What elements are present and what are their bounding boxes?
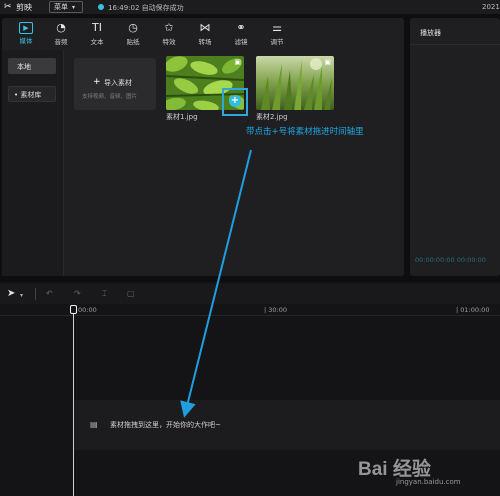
tutorial-arrow <box>180 149 252 418</box>
watermark-url: jingyan.baidu.com <box>396 478 461 486</box>
watermark-logo: Bai 经验 <box>358 459 431 480</box>
